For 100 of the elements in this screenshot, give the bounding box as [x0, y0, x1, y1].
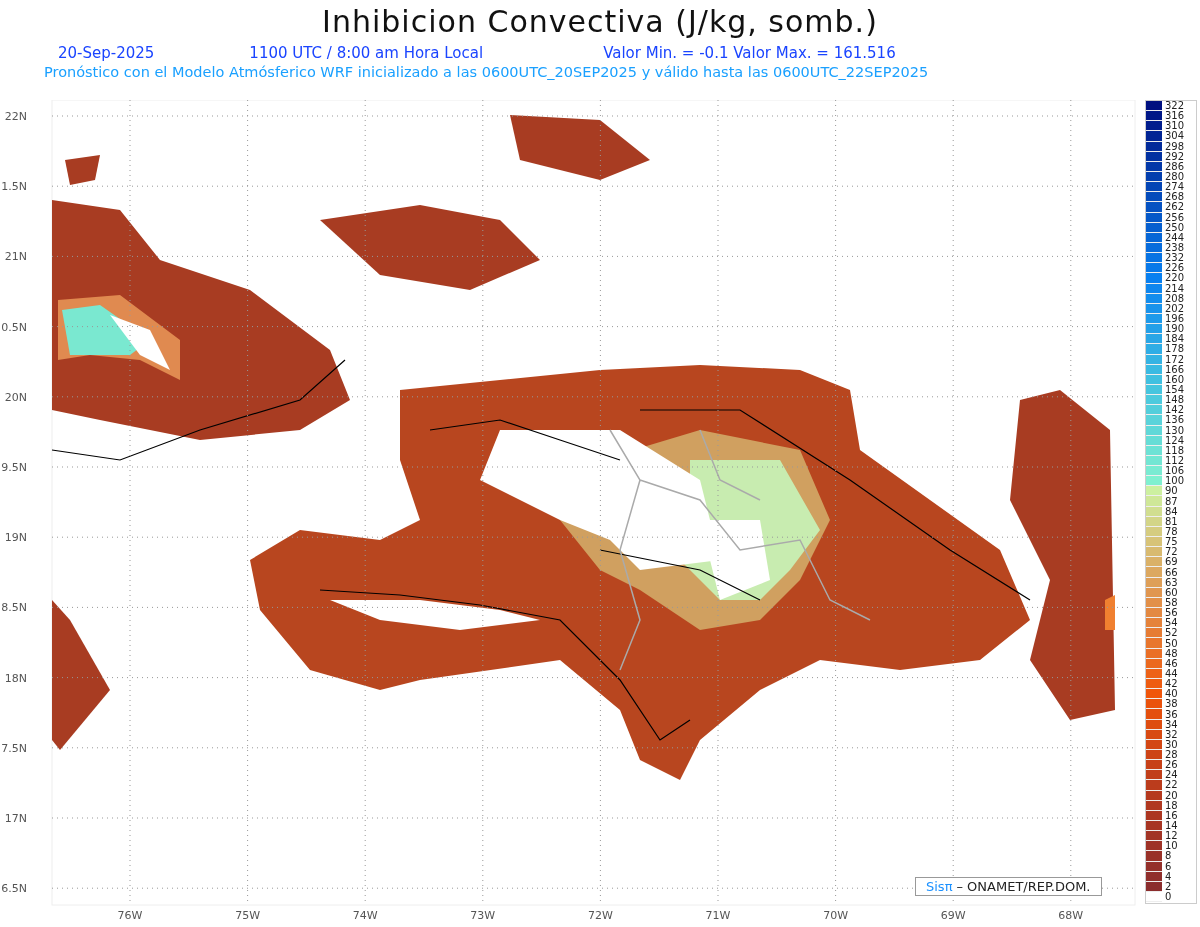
color-swatch — [1146, 476, 1162, 487]
color-swatch — [1146, 810, 1162, 821]
legend-value: 106 — [1165, 466, 1185, 477]
legend-value: 63 — [1165, 577, 1178, 588]
legend-value: 16 — [1165, 810, 1178, 821]
longitude-label: 70W — [823, 909, 849, 922]
color-swatch — [1146, 719, 1162, 730]
credit-text: – ONAMET/REP.DOM. — [956, 879, 1091, 894]
longitude-label: 76W — [117, 909, 143, 922]
color-swatch — [1146, 313, 1162, 325]
color-swatch — [1146, 374, 1162, 385]
color-swatch — [1146, 344, 1162, 355]
color-swatch — [1146, 384, 1162, 396]
color-swatch — [1146, 537, 1162, 548]
legend-value: 130 — [1165, 425, 1185, 436]
latitude-label: 20N — [4, 390, 27, 404]
color-swatch — [1146, 861, 1162, 872]
legend-value: 136 — [1165, 415, 1185, 426]
color-swatch — [1146, 466, 1162, 477]
color-swatch — [1146, 780, 1162, 791]
latitude-label: 9.5N — [1, 461, 27, 474]
color-swatch — [1146, 283, 1162, 294]
color-swatch — [1146, 232, 1162, 243]
color-swatch — [1146, 587, 1162, 598]
color-swatch — [1146, 679, 1162, 690]
color-swatch — [1146, 121, 1162, 132]
legend-value: 72 — [1165, 547, 1178, 558]
color-swatch — [1146, 263, 1162, 274]
color-swatch — [1146, 364, 1162, 375]
legend-value: 36 — [1165, 709, 1178, 720]
longitude-label: 73W — [470, 909, 496, 922]
forecast-subtitle: Pronóstico con el Modelo Atmósferico WRF inicializado a las 0600UTC_20SEP2025 y válido hasta las 0600UTC_22SEP2025 — [44, 64, 930, 80]
latitude-label: 19N — [4, 531, 27, 545]
legend-value: 14 — [1165, 821, 1178, 832]
color-swatch — [1146, 222, 1162, 233]
color-swatch — [1146, 597, 1162, 609]
color-swatch — [1146, 709, 1162, 720]
color-swatch — [1146, 841, 1162, 852]
legend-value: 38 — [1165, 699, 1178, 710]
legend-value: 12 — [1165, 831, 1178, 842]
legend-value: 26 — [1165, 760, 1178, 771]
legend-value: 4 — [1165, 871, 1172, 882]
legend-value: 322 — [1165, 101, 1185, 112]
legend-value: 32 — [1165, 729, 1178, 740]
color-swatch — [1146, 324, 1162, 335]
color-swatch — [1146, 486, 1162, 497]
color-swatch — [1146, 151, 1162, 162]
color-swatch — [1146, 699, 1162, 710]
color-swatch — [1146, 242, 1162, 254]
legend-value: 274 — [1165, 182, 1185, 193]
color-swatch — [1146, 405, 1162, 416]
legend-value: 214 — [1165, 283, 1185, 294]
color-swatch — [1146, 729, 1162, 740]
latitude-label: 21N — [4, 250, 27, 264]
color-swatch — [1146, 445, 1162, 456]
legend-value: 24 — [1165, 770, 1178, 781]
legend-value: 69 — [1165, 557, 1178, 568]
color-swatch — [1146, 425, 1162, 436]
legend-value: 54 — [1165, 618, 1178, 629]
color-swatch — [1146, 750, 1162, 761]
legend-value: 52 — [1165, 628, 1178, 639]
legend-value: 22 — [1165, 780, 1178, 791]
latitude-label: 1.5N — [1, 180, 27, 194]
color-swatch — [1146, 192, 1162, 203]
color-swatch — [1146, 253, 1162, 264]
legend-value: 42 — [1165, 679, 1178, 690]
chart-title: Inhibicion Convectiva (J/kg, somb.) — [321, 3, 879, 41]
latitude-label: 18N — [4, 671, 27, 685]
color-swatch — [1146, 577, 1162, 588]
legend-value: 196 — [1165, 314, 1185, 324]
color-swatch — [1146, 770, 1162, 781]
color-swatch — [1146, 516, 1162, 527]
color-swatch — [1146, 638, 1162, 649]
legend-value: 316 — [1165, 111, 1185, 122]
legend-value: 166 — [1165, 364, 1185, 375]
legend-value: 46 — [1165, 658, 1178, 669]
logo-text: Sisπ — [926, 879, 953, 894]
color-swatch — [1146, 608, 1162, 619]
color-swatch — [1146, 800, 1162, 811]
color-swatch — [1146, 202, 1162, 213]
color-swatch — [1146, 415, 1162, 426]
legend-value: 18 — [1165, 800, 1178, 811]
legend-value: 238 — [1165, 243, 1185, 254]
color-swatch — [1146, 689, 1162, 700]
legend-value: 262 — [1165, 202, 1185, 213]
legend-value: 84 — [1165, 506, 1178, 517]
legend-value: 178 — [1165, 344, 1185, 355]
color-swatch — [1146, 760, 1162, 771]
legend-value: 81 — [1165, 516, 1178, 527]
legend-value: 226 — [1165, 263, 1185, 274]
color-swatch — [1146, 293, 1162, 304]
legend-value: 78 — [1165, 526, 1178, 537]
color-swatch — [1146, 111, 1162, 122]
legend-value: 60 — [1165, 587, 1178, 598]
color-swatch — [1146, 395, 1162, 406]
color-swatch — [1146, 172, 1162, 183]
color-swatch — [1146, 648, 1162, 659]
legend-value: 56 — [1165, 608, 1178, 619]
color-swatch — [1146, 273, 1162, 284]
color-swatch — [1146, 668, 1162, 679]
